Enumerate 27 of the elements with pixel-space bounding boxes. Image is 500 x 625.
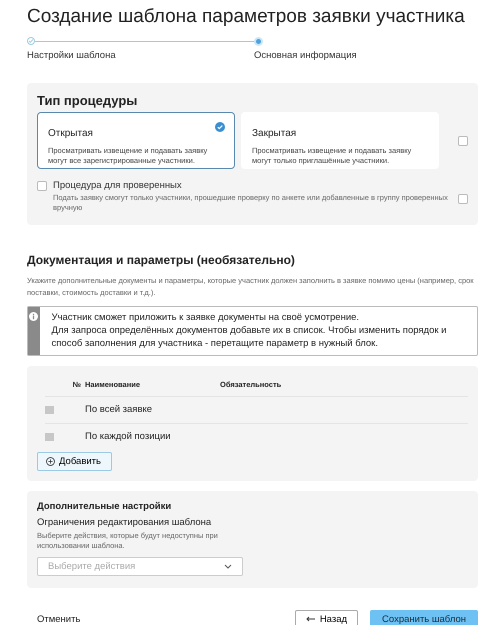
table-cell-text: По всей заявке bbox=[85, 404, 154, 416]
step-label[interactable]: Настройки шаблона bbox=[27, 50, 254, 61]
checkbox[interactable] bbox=[37, 181, 47, 191]
checkbox[interactable] bbox=[458, 136, 468, 146]
table-cell-text: По каждой позиции bbox=[85, 431, 172, 442]
back-button[interactable]: Назад bbox=[294, 610, 358, 625]
drag-handle-icon[interactable] bbox=[45, 406, 54, 414]
section-heading: Дополнительные настройки bbox=[37, 500, 172, 512]
arrow-left-icon bbox=[306, 616, 315, 622]
section-heading: Документация и параметры (необязательно) bbox=[27, 253, 296, 268]
step-label[interactable]: Основная информация bbox=[254, 50, 478, 61]
info-text: Участник сможет приложить к заявке документы на своё усмотрение. bbox=[52, 310, 360, 324]
page-title: Создание шаблона параметров заявки участника bbox=[27, 6, 466, 28]
chevron-down-icon bbox=[224, 564, 232, 569]
info-text: Для запроса определённых документов добавьте их в список. Чтобы изменить порядок и способ заполнения для участника - перетащите параметр в нужный блок. bbox=[52, 324, 448, 351]
save-button[interactable]: Сохранить шаблон bbox=[370, 610, 478, 625]
drag-handle-icon[interactable] bbox=[45, 432, 54, 441]
section-heading: Тип процедуры bbox=[37, 93, 138, 108]
option-title: Открытая bbox=[48, 128, 93, 139]
check-icon bbox=[215, 122, 225, 132]
checkbox[interactable] bbox=[458, 194, 468, 204]
field-label: Ограничения редактирования шаблона bbox=[37, 516, 212, 528]
add-button[interactable]: Добавить bbox=[37, 452, 112, 471]
option-title: Закрытая bbox=[252, 128, 296, 139]
plus-icon bbox=[46, 456, 55, 466]
checkbox-label: Процедура для проверенных bbox=[53, 180, 183, 191]
cancel-button[interactable]: Отменить bbox=[37, 614, 80, 625]
